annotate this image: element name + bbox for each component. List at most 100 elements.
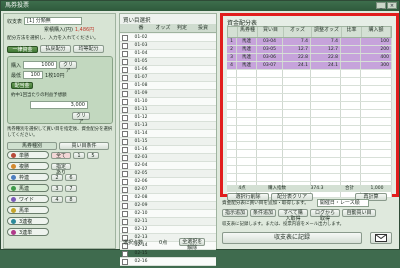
row-checkbox[interactable] (120, 122, 130, 129)
record-button[interactable]: 収支表に記録 (222, 232, 362, 244)
clear-all-selection-button[interactable]: 全選択を解除 (179, 238, 206, 251)
selection-row[interactable]: 01-14 (120, 130, 216, 138)
selection-row[interactable]: 02-12 (120, 226, 216, 234)
sort-select[interactable]: 開催日・レース順 (316, 199, 369, 207)
row-checkbox[interactable] (120, 218, 130, 225)
close-button[interactable]: × (387, 2, 397, 9)
selection-row[interactable]: 01-13 (120, 122, 216, 130)
alloc-ratio[interactable] (341, 46, 361, 53)
get-from-log-button[interactable]: ログから取得 (310, 209, 340, 222)
alloc-adj[interactable]: 7.4 (311, 38, 341, 45)
option-all-button[interactable]: 全て (51, 151, 71, 159)
selection-row[interactable]: 02-10 (120, 210, 216, 218)
step-2[interactable]: 2 (51, 173, 63, 181)
row-checkbox[interactable] (120, 210, 130, 217)
tab-bet-type[interactable]: 馬券種別 (7, 142, 57, 150)
row-checkbox[interactable] (120, 202, 130, 209)
selection-row[interactable]: 02-15 (120, 250, 216, 258)
selection-row[interactable]: 01-06 (120, 66, 216, 74)
selection-row[interactable]: 02-04 (120, 162, 216, 170)
allocation-row[interactable]: 1 馬連 03-04 7.4 7.4 100 (227, 38, 392, 46)
alloc-amount[interactable]: 200 (361, 46, 392, 53)
row-checkbox[interactable] (120, 106, 130, 113)
selection-row[interactable]: 01-04 (120, 50, 216, 58)
amount-clear-button[interactable]: クリア (59, 61, 78, 74)
row-checkbox[interactable] (120, 42, 130, 49)
row-checkbox[interactable] (120, 250, 130, 257)
selection-row[interactable]: 01-12 (120, 114, 216, 122)
tab-bet-condition[interactable]: 買い目条件 (59, 142, 109, 150)
bet-type-exacta[interactable]: 馬単 (7, 206, 49, 214)
selection-row[interactable]: 02-07 (120, 186, 216, 194)
selection-row[interactable]: 01-07 (120, 74, 216, 82)
selection-row[interactable]: 01-15 (120, 138, 216, 146)
selection-row[interactable]: 02-09 (120, 202, 216, 210)
bet-type-trifecta[interactable]: 3連単 (7, 228, 49, 236)
selection-row[interactable]: 01-11 (120, 106, 216, 114)
alloc-amount[interactable]: 300 (361, 62, 392, 69)
allocation-row[interactable]: 3 馬連 03-06 22.8 22.8 400 (227, 54, 392, 62)
get-all-purchase-button[interactable]: すべて購入取得 (278, 209, 308, 222)
alloc-ratio[interactable] (341, 38, 361, 45)
selection-row[interactable]: 02-11 (120, 218, 216, 226)
alloc-adj[interactable]: 22.8 (311, 54, 341, 61)
selection-row[interactable]: 01-03 (120, 42, 216, 50)
step-6[interactable]: 6 (65, 173, 77, 181)
minimize-button[interactable]: _ (376, 2, 386, 9)
selection-row[interactable]: 02-08 (120, 194, 216, 202)
row-checkbox[interactable] (120, 138, 130, 145)
row-checkbox[interactable] (120, 162, 130, 169)
alloc-adj[interactable]: 12.7 (311, 46, 341, 53)
alloc-ratio[interactable] (341, 62, 361, 69)
target-input[interactable]: 3,000 (30, 101, 88, 109)
step-5[interactable]: 5 (87, 151, 99, 159)
target-clear-button[interactable]: クリア (72, 112, 90, 125)
auto-bet-button[interactable]: 自動買い目 (342, 209, 376, 217)
mail-button[interactable] (370, 232, 392, 244)
amount-input[interactable]: 1000 (23, 61, 58, 69)
option-designated-button[interactable]: 指定あり (51, 162, 71, 176)
row-checkbox[interactable] (120, 258, 130, 265)
row-checkbox[interactable] (120, 194, 130, 201)
step-8[interactable]: 8 (65, 195, 77, 203)
add-condition-button[interactable]: 条件追加 (250, 209, 276, 217)
selection-row[interactable]: 01-16 (120, 146, 216, 154)
category-select[interactable]: [1] 分類無 (24, 17, 83, 25)
selection-row[interactable]: 01-02 (120, 34, 216, 42)
bet-type-place[interactable]: 複勝 (7, 162, 49, 170)
row-checkbox[interactable] (120, 74, 130, 81)
selection-row[interactable]: 02-06 (120, 178, 216, 186)
per-payout-button[interactable]: 配当金 (11, 82, 33, 89)
row-checkbox[interactable] (120, 98, 130, 105)
bet-type-bracket[interactable]: 枠連 (7, 173, 49, 181)
step-7[interactable]: 7 (65, 184, 77, 192)
selection-row[interactable]: 01-09 (120, 90, 216, 98)
row-checkbox[interactable] (120, 82, 130, 89)
row-checkbox[interactable] (120, 226, 130, 233)
alloc-adj[interactable]: 24.1 (311, 62, 341, 69)
bet-type-quinella[interactable]: 馬連 (7, 184, 49, 192)
selection-row[interactable]: 02-03 (120, 154, 216, 162)
row-checkbox[interactable] (120, 130, 130, 137)
bet-type-wide[interactable]: ワイド (7, 195, 49, 203)
selection-row[interactable]: 01-10 (120, 98, 216, 106)
row-checkbox[interactable] (120, 114, 130, 121)
allocation-row[interactable]: 2 馬連 03-05 12.7 12.7 200 (227, 46, 392, 54)
selection-row[interactable]: 01-08 (120, 82, 216, 90)
selection-row[interactable]: 02-05 (120, 170, 216, 178)
row-checkbox[interactable] (120, 58, 130, 65)
selection-row[interactable]: 01-05 (120, 58, 216, 66)
method-equal-button[interactable]: 均等配分 (73, 45, 104, 53)
row-checkbox[interactable] (120, 186, 130, 193)
row-checkbox[interactable] (120, 170, 130, 177)
alloc-ratio[interactable] (341, 54, 361, 61)
row-checkbox[interactable] (120, 154, 130, 161)
min-bet-input[interactable]: 100 (23, 71, 44, 79)
step-3[interactable]: 3 (51, 184, 63, 192)
row-checkbox[interactable] (120, 178, 130, 185)
row-checkbox[interactable] (120, 146, 130, 153)
step-1[interactable]: 1 (73, 151, 85, 159)
bet-type-win[interactable]: 単勝 (7, 151, 49, 159)
add-instruction-button[interactable]: 指示追加 (222, 209, 248, 217)
row-checkbox[interactable] (120, 50, 130, 57)
